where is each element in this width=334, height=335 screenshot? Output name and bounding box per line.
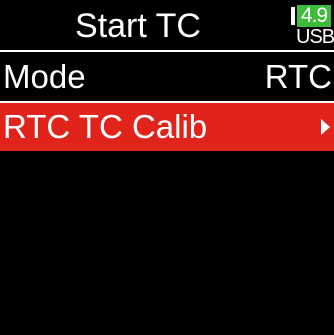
submenu-arrow-icon: [321, 119, 330, 135]
battery-voltage: 4.9: [297, 5, 331, 27]
menu-item-label: RTC TC Calib: [3, 108, 208, 145]
menu-item-rtc-tc-calib[interactable]: RTC TC Calib: [0, 103, 334, 151]
power-source-label: USB: [296, 26, 334, 48]
page-title: Start TC: [75, 7, 201, 45]
menu-item-mode[interactable]: Mode RTC: [0, 52, 334, 101]
menu-item-value: RTC: [264, 58, 332, 95]
header-bar: Start TC 4.9 USB: [0, 0, 334, 54]
battery-icon: [291, 7, 295, 25]
menu-item-label: Mode: [3, 58, 86, 95]
battery-indicator: 4.9 USB: [288, 3, 334, 49]
recorder-screen: Start TC 4.9 USB Mode RTC RTC TC Calib: [0, 0, 334, 335]
